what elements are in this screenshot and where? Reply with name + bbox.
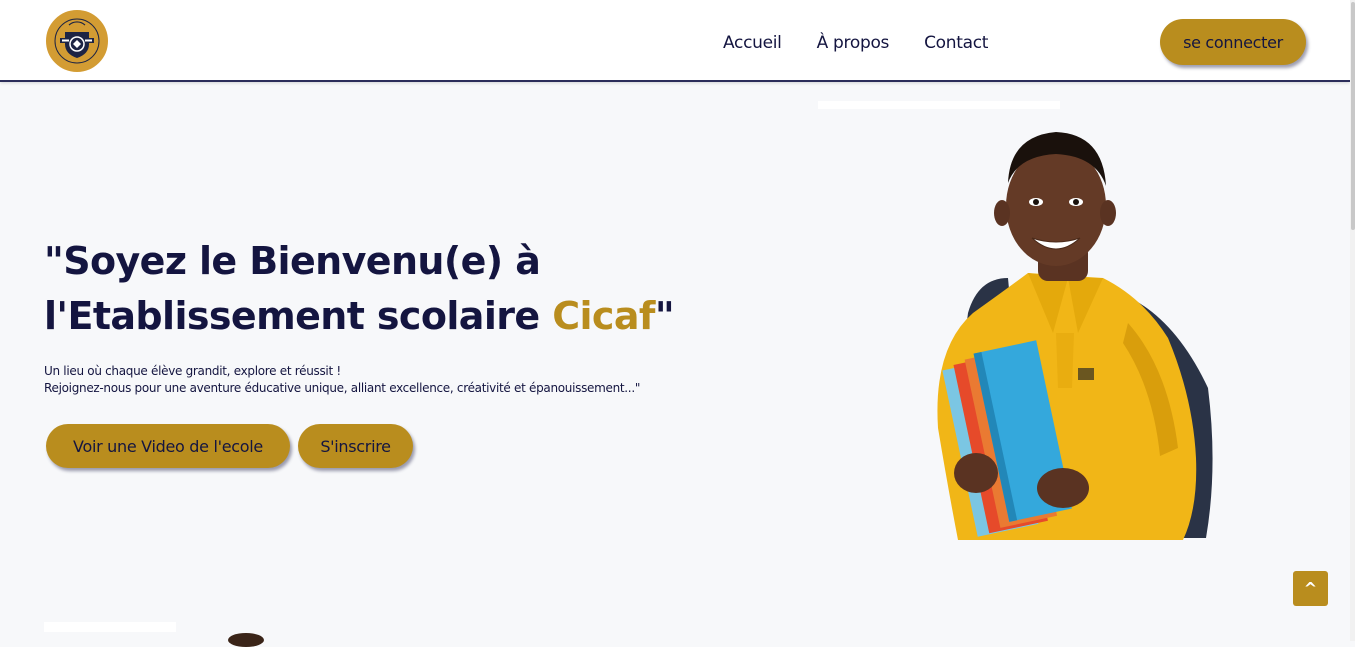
image-strip-bottom xyxy=(44,622,176,632)
hero-description-line-2: Rejoignez-nous pour une aventure éducati… xyxy=(44,381,641,395)
nav-link-a-propos[interactable]: À propos xyxy=(817,31,890,55)
register-button[interactable]: S'inscrire xyxy=(298,424,413,468)
image-strip-top xyxy=(818,101,1060,109)
hero-title-text: "Soyez le Bienvenu(e) à l'Etablissement … xyxy=(44,239,553,338)
hero-title-quote: " xyxy=(654,294,675,338)
nav-link-accueil[interactable]: Accueil xyxy=(723,31,782,55)
next-section-image-peek xyxy=(228,633,264,647)
hero-title: "Soyez le Bienvenu(e) à l'Etablissement … xyxy=(44,234,824,344)
page-scrollbar[interactable] xyxy=(1350,0,1355,641)
scrollbar-thumb[interactable] xyxy=(1351,2,1355,230)
hero-description-line-1: Un lieu où chaque élève grandit, explore… xyxy=(44,364,341,378)
hero-description: Un lieu où chaque élève grandit, explore… xyxy=(44,363,744,397)
school-crest-icon xyxy=(48,12,106,70)
scroll-to-top-button[interactable]: ^ xyxy=(1293,571,1328,606)
site-header: Accueil À propos Contact se connecter xyxy=(0,0,1350,82)
hero-title-accent: Cicaf xyxy=(552,294,655,338)
nav-link-contact[interactable]: Contact xyxy=(924,31,988,55)
main-nav: Accueil À propos Contact xyxy=(723,31,988,55)
student-with-books-image xyxy=(937,132,1213,540)
login-button[interactable]: se connecter xyxy=(1160,19,1306,65)
watch-video-button[interactable]: Voir une Video de l'ecole xyxy=(46,424,290,468)
school-logo[interactable] xyxy=(44,8,110,74)
